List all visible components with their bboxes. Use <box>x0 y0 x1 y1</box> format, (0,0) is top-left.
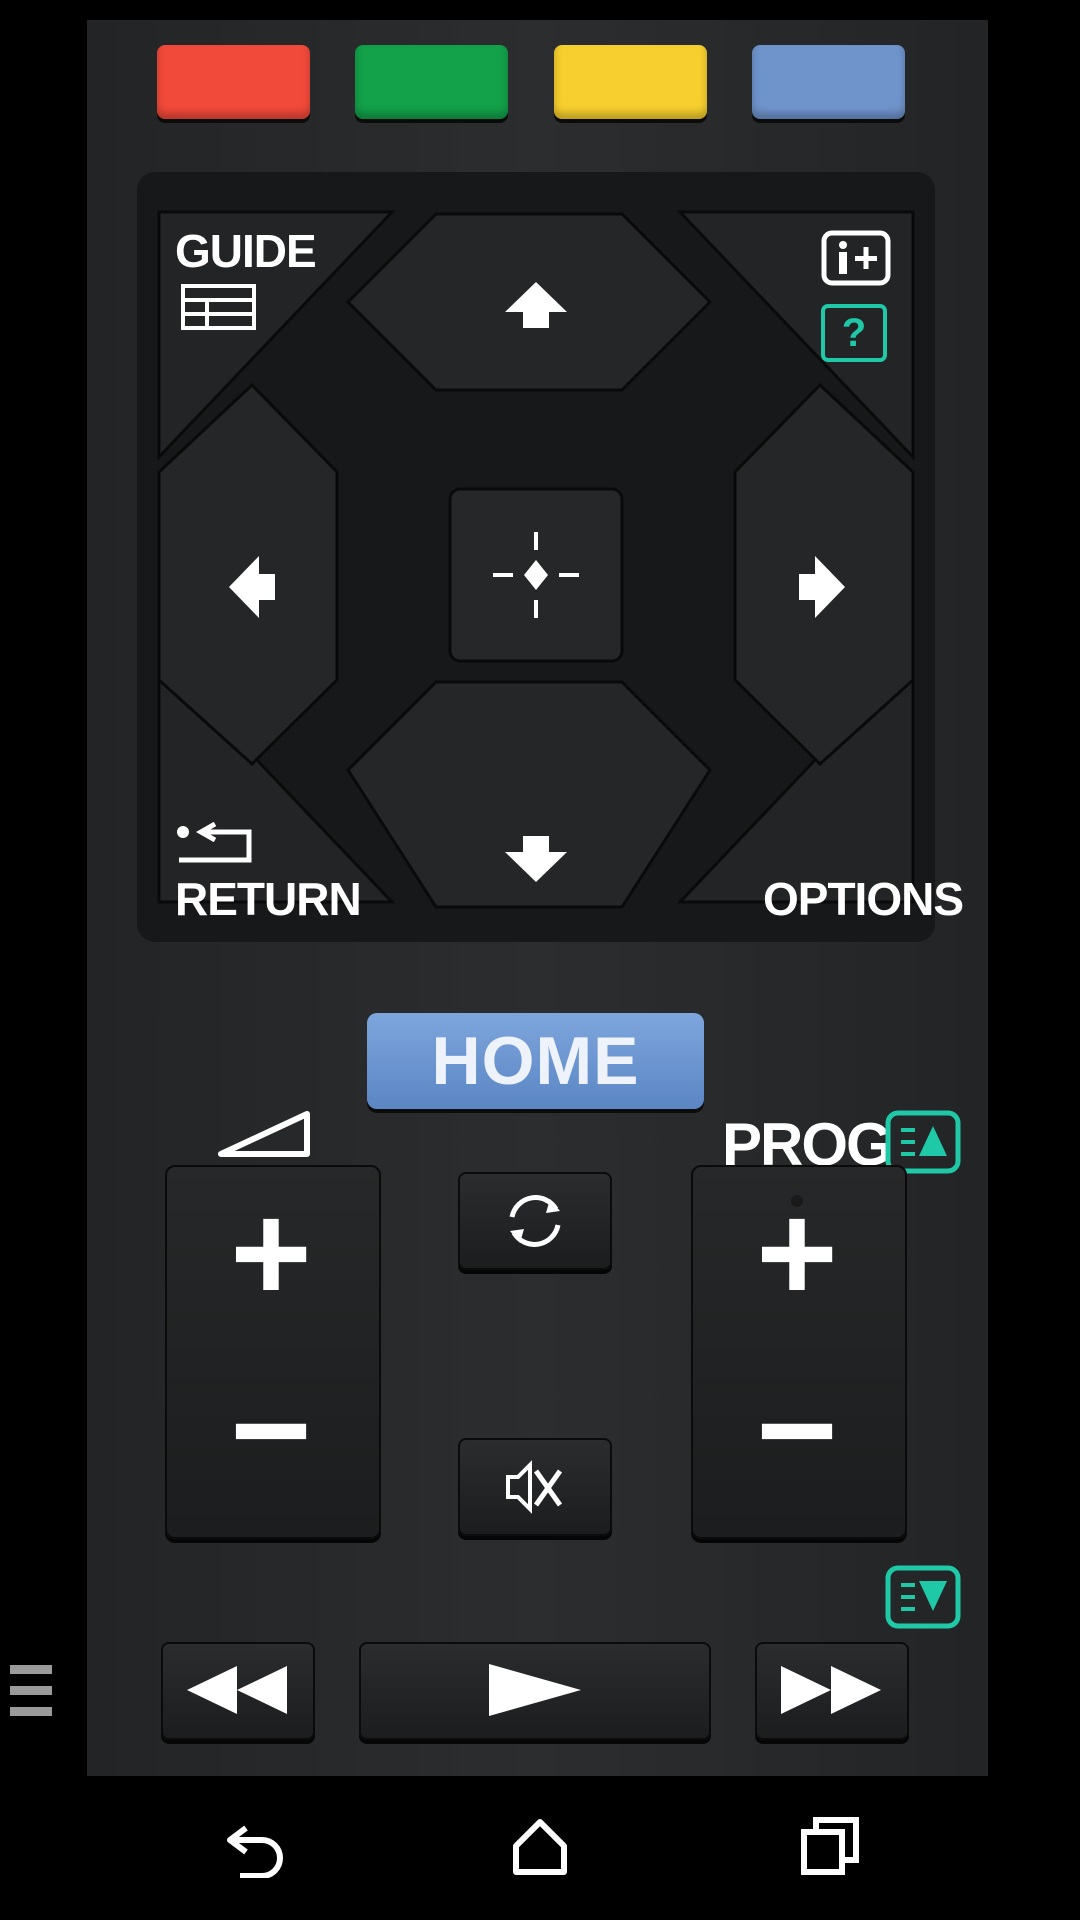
return-label: RETURN <box>175 873 362 925</box>
volume-plus-label: + <box>230 1174 312 1331</box>
refresh-icon <box>509 1195 561 1247</box>
menu-icon[interactable] <box>10 1665 52 1727</box>
prog-up-button[interactable]: + <box>691 1165 903 1350</box>
arrow-left-icon <box>229 556 275 618</box>
remote-body: GUIDE ? RETURN OPTIONS HOME PROG + − + − <box>87 20 988 1776</box>
home-button[interactable]: HOME <box>367 1013 704 1109</box>
navigation-bar <box>0 1776 1080 1920</box>
fast-forward-button[interactable] <box>755 1642 909 1740</box>
mute-icon <box>506 1460 563 1514</box>
play-button[interactable] <box>359 1642 711 1740</box>
prog-plus-label: + <box>756 1174 838 1331</box>
yellow-button[interactable] <box>554 45 707 119</box>
refresh-button[interactable] <box>458 1172 612 1270</box>
prog-down-button[interactable]: − <box>691 1350 903 1535</box>
guide-grid-icon <box>181 284 256 330</box>
volume-down-button[interactable]: − <box>165 1350 377 1535</box>
play-icon <box>489 1664 581 1716</box>
blue-button[interactable] <box>752 45 905 119</box>
red-button[interactable] <box>157 45 310 119</box>
volume-minus-label: − <box>230 1351 312 1508</box>
enter-icon <box>493 532 579 618</box>
rewind-button[interactable] <box>161 1642 315 1740</box>
prog-down-icon <box>885 1565 961 1629</box>
rewind-icon <box>187 1666 287 1714</box>
dpad-panel: GUIDE ? RETURN OPTIONS <box>137 172 964 942</box>
return-arrow-icon <box>177 822 252 863</box>
volume-up-button[interactable]: + <box>165 1165 377 1350</box>
recents-icon[interactable] <box>800 1816 860 1876</box>
arrow-down-icon <box>505 836 567 882</box>
guide-label: GUIDE <box>175 225 317 277</box>
options-label: OPTIONS <box>763 873 964 925</box>
prog-minus-label: − <box>756 1351 838 1508</box>
back-icon[interactable] <box>222 1818 292 1878</box>
arrow-right-icon <box>799 556 845 618</box>
help-icon: ? <box>821 304 887 362</box>
fast-forward-icon <box>781 1666 881 1714</box>
info-plus-icon <box>821 230 891 286</box>
mute-button[interactable] <box>458 1438 612 1536</box>
home-icon[interactable] <box>510 1816 570 1876</box>
arrow-up-icon <box>505 282 567 328</box>
green-button[interactable] <box>355 45 508 119</box>
volume-ramp-icon <box>218 1111 310 1157</box>
